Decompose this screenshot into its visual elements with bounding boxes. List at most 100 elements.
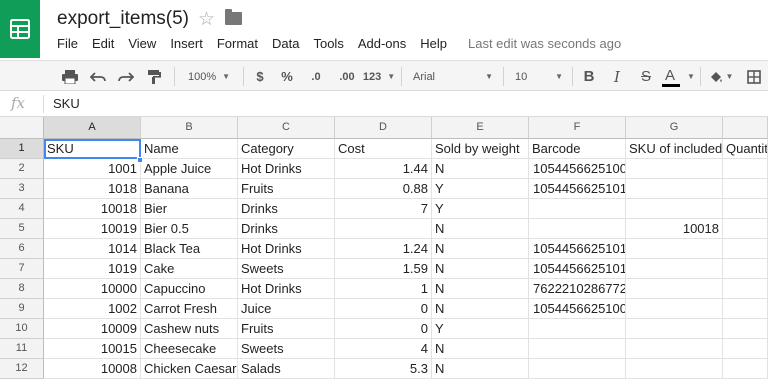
table-cell[interactable]: N — [432, 279, 529, 299]
menu-edit[interactable]: Edit — [92, 36, 114, 51]
table-cell[interactable]: N — [432, 219, 529, 239]
table-cell[interactable] — [626, 279, 723, 299]
table-cell[interactable]: N — [432, 299, 529, 319]
row-header[interactable]: 8 — [0, 279, 44, 299]
column-title-cell[interactable]: SKU of included — [626, 139, 723, 159]
table-cell[interactable]: N — [432, 259, 529, 279]
table-cell[interactable] — [626, 199, 723, 219]
sheets-logo[interactable] — [0, 0, 40, 58]
undo-icon[interactable] — [86, 61, 110, 92]
zoom-select[interactable]: 100% ▼ — [180, 61, 238, 92]
table-cell[interactable] — [723, 159, 768, 179]
bold-button[interactable]: B — [579, 61, 599, 92]
table-cell[interactable] — [626, 259, 723, 279]
borders-icon[interactable] — [742, 61, 766, 92]
table-cell[interactable] — [723, 219, 768, 239]
menu-tools[interactable]: Tools — [313, 36, 343, 51]
row-header[interactable]: 2 — [0, 159, 44, 179]
table-cell[interactable]: Bier — [141, 199, 238, 219]
menu-view[interactable]: View — [128, 36, 156, 51]
column-header-a[interactable]: A — [44, 117, 141, 139]
last-edit-status[interactable]: Last edit was seconds ago — [468, 36, 621, 51]
fill-color-button[interactable]: ▼ — [706, 61, 736, 92]
table-cell[interactable]: Hot Drinks — [238, 159, 335, 179]
table-cell[interactable]: Cheesecake — [141, 339, 238, 359]
table-cell[interactable] — [626, 159, 723, 179]
row-header[interactable]: 9 — [0, 299, 44, 319]
table-cell[interactable]: Carrot Fresh — [141, 299, 238, 319]
column-header-h[interactable] — [723, 117, 768, 139]
increase-decimals-button[interactable]: .00 — [333, 61, 361, 92]
table-cell[interactable]: 10544566251002 — [529, 299, 626, 319]
table-cell[interactable]: 10018 — [626, 219, 723, 239]
text-color-button[interactable]: A ▼ — [660, 61, 696, 92]
table-cell[interactable]: 0 — [335, 319, 432, 339]
table-cell[interactable]: Fruits — [238, 319, 335, 339]
table-cell[interactable] — [723, 319, 768, 339]
table-cell[interactable]: 4 — [335, 339, 432, 359]
table-cell[interactable]: Salads — [238, 359, 335, 379]
fill-handle[interactable] — [137, 157, 143, 163]
table-cell[interactable]: 10008 — [44, 359, 141, 379]
table-cell[interactable]: 0.88 — [335, 179, 432, 199]
table-cell[interactable] — [723, 259, 768, 279]
table-cell[interactable] — [626, 179, 723, 199]
table-cell[interactable]: N — [432, 339, 529, 359]
table-cell[interactable]: Black Tea — [141, 239, 238, 259]
column-header-c[interactable]: C — [238, 117, 335, 139]
table-cell[interactable] — [529, 359, 626, 379]
table-cell[interactable]: 1002 — [44, 299, 141, 319]
table-cell[interactable]: 0 — [335, 299, 432, 319]
table-cell[interactable]: 10544566251001 — [529, 159, 626, 179]
column-header-g[interactable]: G — [626, 117, 723, 139]
table-cell[interactable]: 1.44 — [335, 159, 432, 179]
table-cell[interactable]: Juice — [238, 299, 335, 319]
table-cell[interactable] — [723, 279, 768, 299]
table-cell[interactable] — [529, 319, 626, 339]
paint-format-icon[interactable] — [142, 61, 166, 92]
table-cell[interactable]: Y — [432, 179, 529, 199]
print-icon[interactable] — [58, 61, 82, 92]
table-cell[interactable]: 1001 — [44, 159, 141, 179]
table-cell[interactable]: 10544566251014 — [529, 239, 626, 259]
column-title-cell[interactable]: SKU — [44, 139, 141, 159]
select-all-corner[interactable] — [0, 117, 44, 139]
column-header-f[interactable]: F — [529, 117, 626, 139]
table-cell[interactable]: Hot Drinks — [238, 239, 335, 259]
row-header[interactable]: 7 — [0, 259, 44, 279]
table-cell[interactable]: Fruits — [238, 179, 335, 199]
table-cell[interactable]: Hot Drinks — [238, 279, 335, 299]
decrease-decimals-button[interactable]: .0 — [303, 61, 329, 92]
row-header[interactable]: 1 — [0, 139, 44, 159]
table-cell[interactable]: 10015 — [44, 339, 141, 359]
document-title[interactable]: export_items(5) — [57, 8, 189, 30]
table-cell[interactable]: Sweets — [238, 339, 335, 359]
menu-file[interactable]: File — [57, 36, 78, 51]
table-cell[interactable]: 10018 — [44, 199, 141, 219]
menu-addons[interactable]: Add-ons — [358, 36, 406, 51]
table-cell[interactable]: 1 — [335, 279, 432, 299]
column-title-cell[interactable]: Cost — [335, 139, 432, 159]
table-cell[interactable]: 1.59 — [335, 259, 432, 279]
table-cell[interactable]: 7 — [335, 199, 432, 219]
table-cell[interactable]: Bier 0.5 — [141, 219, 238, 239]
row-header[interactable]: 11 — [0, 339, 44, 359]
table-cell[interactable]: Chicken Caesar — [141, 359, 238, 379]
column-header-e[interactable]: E — [432, 117, 529, 139]
menu-help[interactable]: Help — [420, 36, 447, 51]
table-cell[interactable]: 10009 — [44, 319, 141, 339]
table-cell[interactable]: 10544566251019 — [529, 259, 626, 279]
table-cell[interactable] — [529, 199, 626, 219]
table-cell[interactable]: Cake — [141, 259, 238, 279]
folder-icon[interactable] — [225, 9, 242, 25]
table-cell[interactable] — [723, 339, 768, 359]
menu-format[interactable]: Format — [217, 36, 258, 51]
table-cell[interactable]: 10544566251018 — [529, 179, 626, 199]
italic-button[interactable]: I — [607, 61, 627, 92]
table-cell[interactable]: Cashew nuts — [141, 319, 238, 339]
table-cell[interactable] — [626, 239, 723, 259]
table-cell[interactable]: 1.24 — [335, 239, 432, 259]
table-cell[interactable]: N — [432, 239, 529, 259]
table-cell[interactable]: N — [432, 359, 529, 379]
row-header[interactable]: 4 — [0, 199, 44, 219]
